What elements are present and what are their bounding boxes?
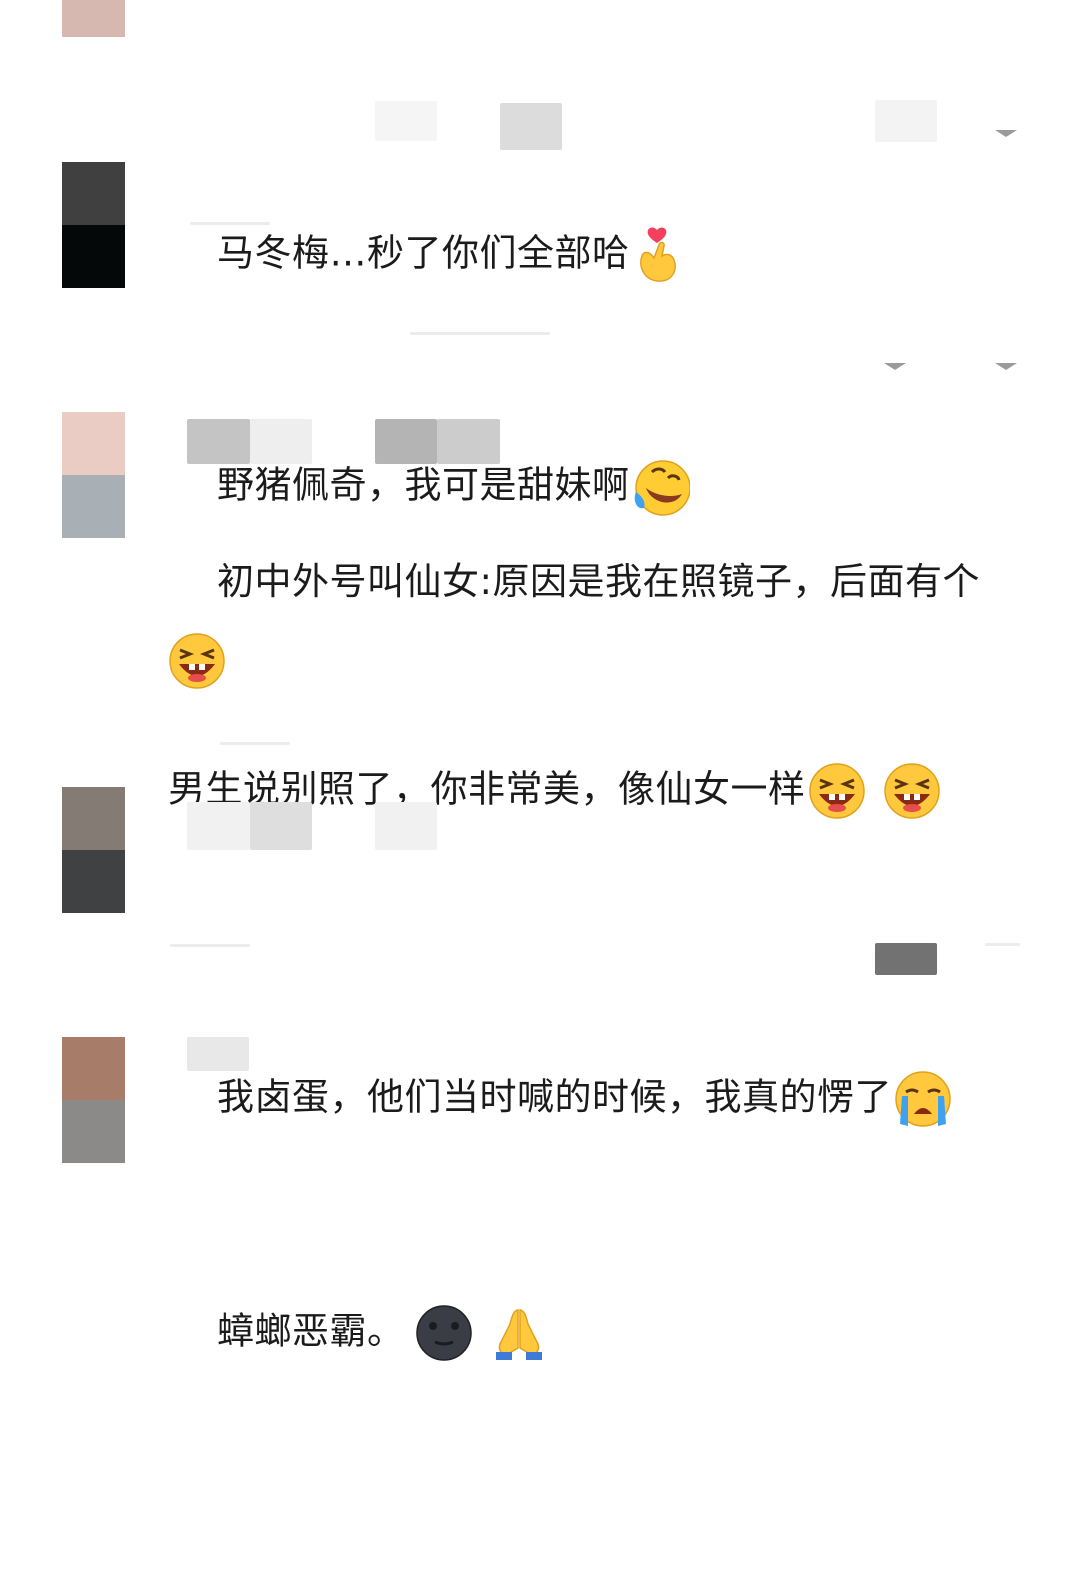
blurred-username — [375, 802, 437, 850]
emoji-continuation — [168, 632, 226, 690]
blurred-meta — [875, 943, 937, 975]
blurred-username — [375, 419, 437, 464]
blurred-username — [250, 802, 312, 850]
blurred-username — [187, 802, 250, 850]
blurred-username — [250, 419, 312, 464]
avatar-lower — [62, 225, 125, 288]
avatar[interactable] — [62, 1037, 125, 1100]
blurred-meta — [375, 101, 437, 141]
blurred-username — [187, 1037, 249, 1071]
chevron-down-icon[interactable] — [884, 363, 906, 370]
blurred-username — [187, 419, 250, 464]
avatar-lower — [62, 475, 125, 538]
folded-hands-icon — [490, 1160, 564, 1506]
blurred-username — [437, 419, 500, 464]
new-moon-face-icon — [415, 1160, 489, 1506]
blurred-meta — [875, 100, 937, 142]
blurred-meta — [985, 943, 1020, 946]
avatar-lower — [62, 850, 125, 913]
blurred-meta — [500, 103, 562, 150]
grinning-squint-icon — [168, 632, 226, 690]
avatar[interactable] — [62, 787, 125, 850]
loudly-crying-face-icon — [894, 926, 968, 1272]
blurred-meta — [220, 742, 290, 745]
avatar[interactable] — [62, 412, 125, 475]
blurred-meta — [170, 944, 250, 947]
avatar[interactable] — [62, 0, 125, 37]
chevron-down-icon[interactable] — [995, 363, 1017, 370]
avatar[interactable] — [62, 162, 125, 225]
blurred-meta — [410, 332, 550, 335]
blurred-username — [190, 222, 270, 225]
chevron-down-icon[interactable] — [995, 130, 1017, 137]
avatar-lower — [62, 1100, 125, 1163]
